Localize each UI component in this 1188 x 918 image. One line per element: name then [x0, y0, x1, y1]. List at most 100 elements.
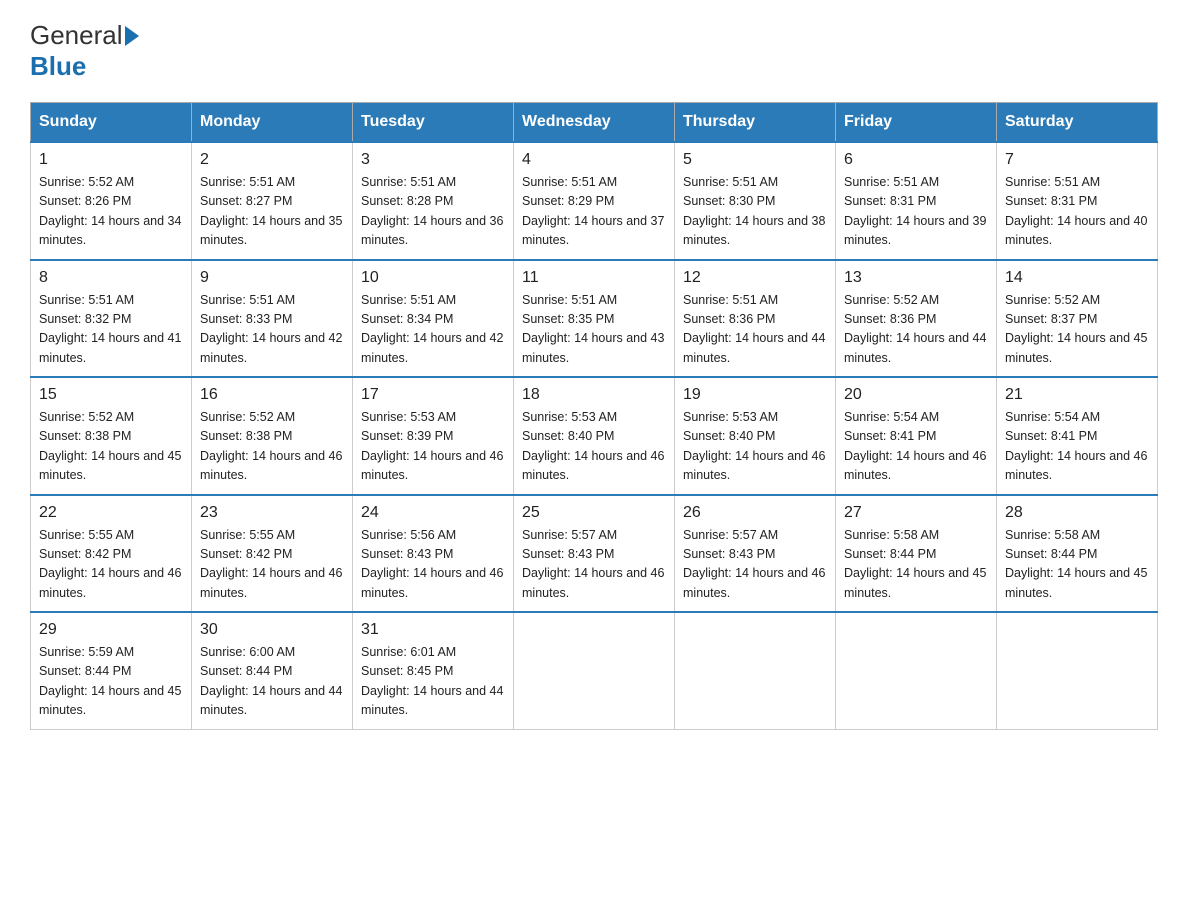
day-info: Sunrise: 5:51 AMSunset: 8:35 PMDaylight:… [522, 291, 666, 369]
day-number: 16 [200, 386, 344, 404]
day-number: 21 [1005, 386, 1149, 404]
day-info: Sunrise: 5:51 AMSunset: 8:33 PMDaylight:… [200, 291, 344, 369]
calendar-cell: 5 Sunrise: 5:51 AMSunset: 8:30 PMDaylight… [675, 142, 836, 260]
day-number: 10 [361, 269, 505, 287]
day-number: 28 [1005, 504, 1149, 522]
logo-blue-text: Blue [30, 51, 86, 82]
logo-arrow-icon [125, 26, 139, 46]
header-monday: Monday [192, 103, 353, 143]
day-info: Sunrise: 5:51 AMSunset: 8:32 PMDaylight:… [39, 291, 183, 369]
calendar-week-row: 22 Sunrise: 5:55 AMSunset: 8:42 PMDayligh… [31, 495, 1158, 613]
day-number: 15 [39, 386, 183, 404]
day-info: Sunrise: 5:51 AMSunset: 8:27 PMDaylight:… [200, 173, 344, 251]
logo-general-text: General [30, 20, 123, 51]
day-number: 23 [200, 504, 344, 522]
calendar-cell: 17 Sunrise: 5:53 AMSunset: 8:39 PMDayligh… [353, 377, 514, 495]
calendar-cell [675, 612, 836, 729]
day-number: 8 [39, 269, 183, 287]
day-info: Sunrise: 5:57 AMSunset: 8:43 PMDaylight:… [683, 526, 827, 604]
day-info: Sunrise: 5:59 AMSunset: 8:44 PMDaylight:… [39, 643, 183, 721]
day-number: 2 [200, 151, 344, 169]
calendar-cell: 4 Sunrise: 5:51 AMSunset: 8:29 PMDaylight… [514, 142, 675, 260]
day-number: 31 [361, 621, 505, 639]
calendar-cell: 15Sunrise: 5:52 AMSunset: 8:38 PMDayligh… [31, 377, 192, 495]
day-info: Sunrise: 5:51 AMSunset: 8:28 PMDaylight:… [361, 173, 505, 251]
calendar-cell: 18 Sunrise: 5:53 AMSunset: 8:40 PMDayligh… [514, 377, 675, 495]
calendar-cell: 11 Sunrise: 5:51 AMSunset: 8:35 PMDayligh… [514, 260, 675, 378]
day-number: 20 [844, 386, 988, 404]
day-number: 12 [683, 269, 827, 287]
day-info: Sunrise: 5:52 AMSunset: 8:36 PMDaylight:… [844, 291, 988, 369]
day-info: Sunrise: 5:51 AMSunset: 8:34 PMDaylight:… [361, 291, 505, 369]
day-number: 19 [683, 386, 827, 404]
day-number: 30 [200, 621, 344, 639]
day-info: Sunrise: 5:52 AMSunset: 8:37 PMDaylight:… [1005, 291, 1149, 369]
calendar-cell [997, 612, 1158, 729]
day-info: Sunrise: 5:52 AMSunset: 8:26 PMDaylight:… [39, 173, 183, 251]
day-number: 17 [361, 386, 505, 404]
day-info: Sunrise: 5:51 AMSunset: 8:31 PMDaylight:… [1005, 173, 1149, 251]
calendar-cell: 19Sunrise: 5:53 AMSunset: 8:40 PMDayligh… [675, 377, 836, 495]
calendar-week-row: 15 Sunrise: 5:52 AMSunset: 8:38 PMDayligh… [31, 377, 1158, 495]
day-info: Sunrise: 6:01 AMSunset: 8:45 PMDaylight:… [361, 643, 505, 721]
calendar-cell: 25 Sunrise: 5:57 AMSunset: 8:43 PMDayligh… [514, 495, 675, 613]
calendar-cell: 30Sunrise: 6:00 AMSunset: 8:44 PMDayligh… [192, 612, 353, 729]
calendar-cell: 24 Sunrise: 5:56 AMSunset: 8:43 PMDayligh… [353, 495, 514, 613]
calendar-cell: 16 Sunrise: 5:52 AMSunset: 8:38 PMDayligh… [192, 377, 353, 495]
calendar-week-row: 29 Sunrise: 5:59 AMSunset: 8:44 PMDayligh… [31, 612, 1158, 729]
logo: General Blue [30, 20, 141, 82]
header-sunday: Sunday [31, 103, 192, 143]
calendar-cell: 29 Sunrise: 5:59 AMSunset: 8:44 PMDayligh… [31, 612, 192, 729]
day-info: Sunrise: 5:55 AMSunset: 8:42 PMDaylight:… [200, 526, 344, 604]
day-info: Sunrise: 5:55 AMSunset: 8:42 PMDaylight:… [39, 526, 183, 604]
page-header: General Blue [30, 20, 1158, 82]
calendar-cell: 13 Sunrise: 5:52 AMSunset: 8:36 PMDayligh… [836, 260, 997, 378]
day-info: Sunrise: 5:51 AMSunset: 8:31 PMDaylight:… [844, 173, 988, 251]
day-info: Sunrise: 5:56 AMSunset: 8:43 PMDaylight:… [361, 526, 505, 604]
day-info: Sunrise: 5:57 AMSunset: 8:43 PMDaylight:… [522, 526, 666, 604]
calendar-cell: 3 Sunrise: 5:51 AMSunset: 8:28 PMDaylight… [353, 142, 514, 260]
day-number: 13 [844, 269, 988, 287]
calendar-cell [836, 612, 997, 729]
day-number: 1 [39, 151, 183, 169]
calendar-cell: 22 Sunrise: 5:55 AMSunset: 8:42 PMDayligh… [31, 495, 192, 613]
calendar-cell: 8 Sunrise: 5:51 AMSunset: 8:32 PMDaylight… [31, 260, 192, 378]
day-info: Sunrise: 5:53 AMSunset: 8:39 PMDaylight:… [361, 408, 505, 486]
day-number: 25 [522, 504, 666, 522]
calendar-week-row: 1 Sunrise: 5:52 AMSunset: 8:26 PMDaylight… [31, 142, 1158, 260]
header-tuesday: Tuesday [353, 103, 514, 143]
calendar-cell: 9 Sunrise: 5:51 AMSunset: 8:33 PMDaylight… [192, 260, 353, 378]
day-info: Sunrise: 5:53 AMSunset: 8:40 PMDaylight:… [522, 408, 666, 486]
calendar-cell [514, 612, 675, 729]
day-number: 5 [683, 151, 827, 169]
calendar-cell: 26Sunrise: 5:57 AMSunset: 8:43 PMDayligh… [675, 495, 836, 613]
header-wednesday: Wednesday [514, 103, 675, 143]
calendar-cell: 21 Sunrise: 5:54 AMSunset: 8:41 PMDayligh… [997, 377, 1158, 495]
calendar-cell: 27 Sunrise: 5:58 AMSunset: 8:44 PMDayligh… [836, 495, 997, 613]
day-info: Sunrise: 5:58 AMSunset: 8:44 PMDaylight:… [844, 526, 988, 604]
day-number: 3 [361, 151, 505, 169]
day-number: 11 [522, 269, 666, 287]
calendar-cell: 7Sunrise: 5:51 AMSunset: 8:31 PMDaylight… [997, 142, 1158, 260]
day-number: 27 [844, 504, 988, 522]
calendar-cell: 31 Sunrise: 6:01 AMSunset: 8:45 PMDayligh… [353, 612, 514, 729]
day-number: 4 [522, 151, 666, 169]
day-number: 9 [200, 269, 344, 287]
calendar-cell: 1 Sunrise: 5:52 AMSunset: 8:26 PMDaylight… [31, 142, 192, 260]
day-number: 24 [361, 504, 505, 522]
day-number: 29 [39, 621, 183, 639]
day-info: Sunrise: 5:51 AMSunset: 8:29 PMDaylight:… [522, 173, 666, 251]
day-info: Sunrise: 5:51 AMSunset: 8:30 PMDaylight:… [683, 173, 827, 251]
day-info: Sunrise: 5:52 AMSunset: 8:38 PMDaylight:… [200, 408, 344, 486]
header-friday: Friday [836, 103, 997, 143]
calendar-cell: 20Sunrise: 5:54 AMSunset: 8:41 PMDayligh… [836, 377, 997, 495]
header-thursday: Thursday [675, 103, 836, 143]
calendar-cell: 6Sunrise: 5:51 AMSunset: 8:31 PMDaylight… [836, 142, 997, 260]
day-number: 22 [39, 504, 183, 522]
day-number: 18 [522, 386, 666, 404]
day-info: Sunrise: 5:54 AMSunset: 8:41 PMDaylight:… [1005, 408, 1149, 486]
day-info: Sunrise: 5:58 AMSunset: 8:44 PMDaylight:… [1005, 526, 1149, 604]
weekday-header-row: Sunday Monday Tuesday Wednesday Thursday… [31, 103, 1158, 143]
calendar-cell: 12Sunrise: 5:51 AMSunset: 8:36 PMDayligh… [675, 260, 836, 378]
header-saturday: Saturday [997, 103, 1158, 143]
